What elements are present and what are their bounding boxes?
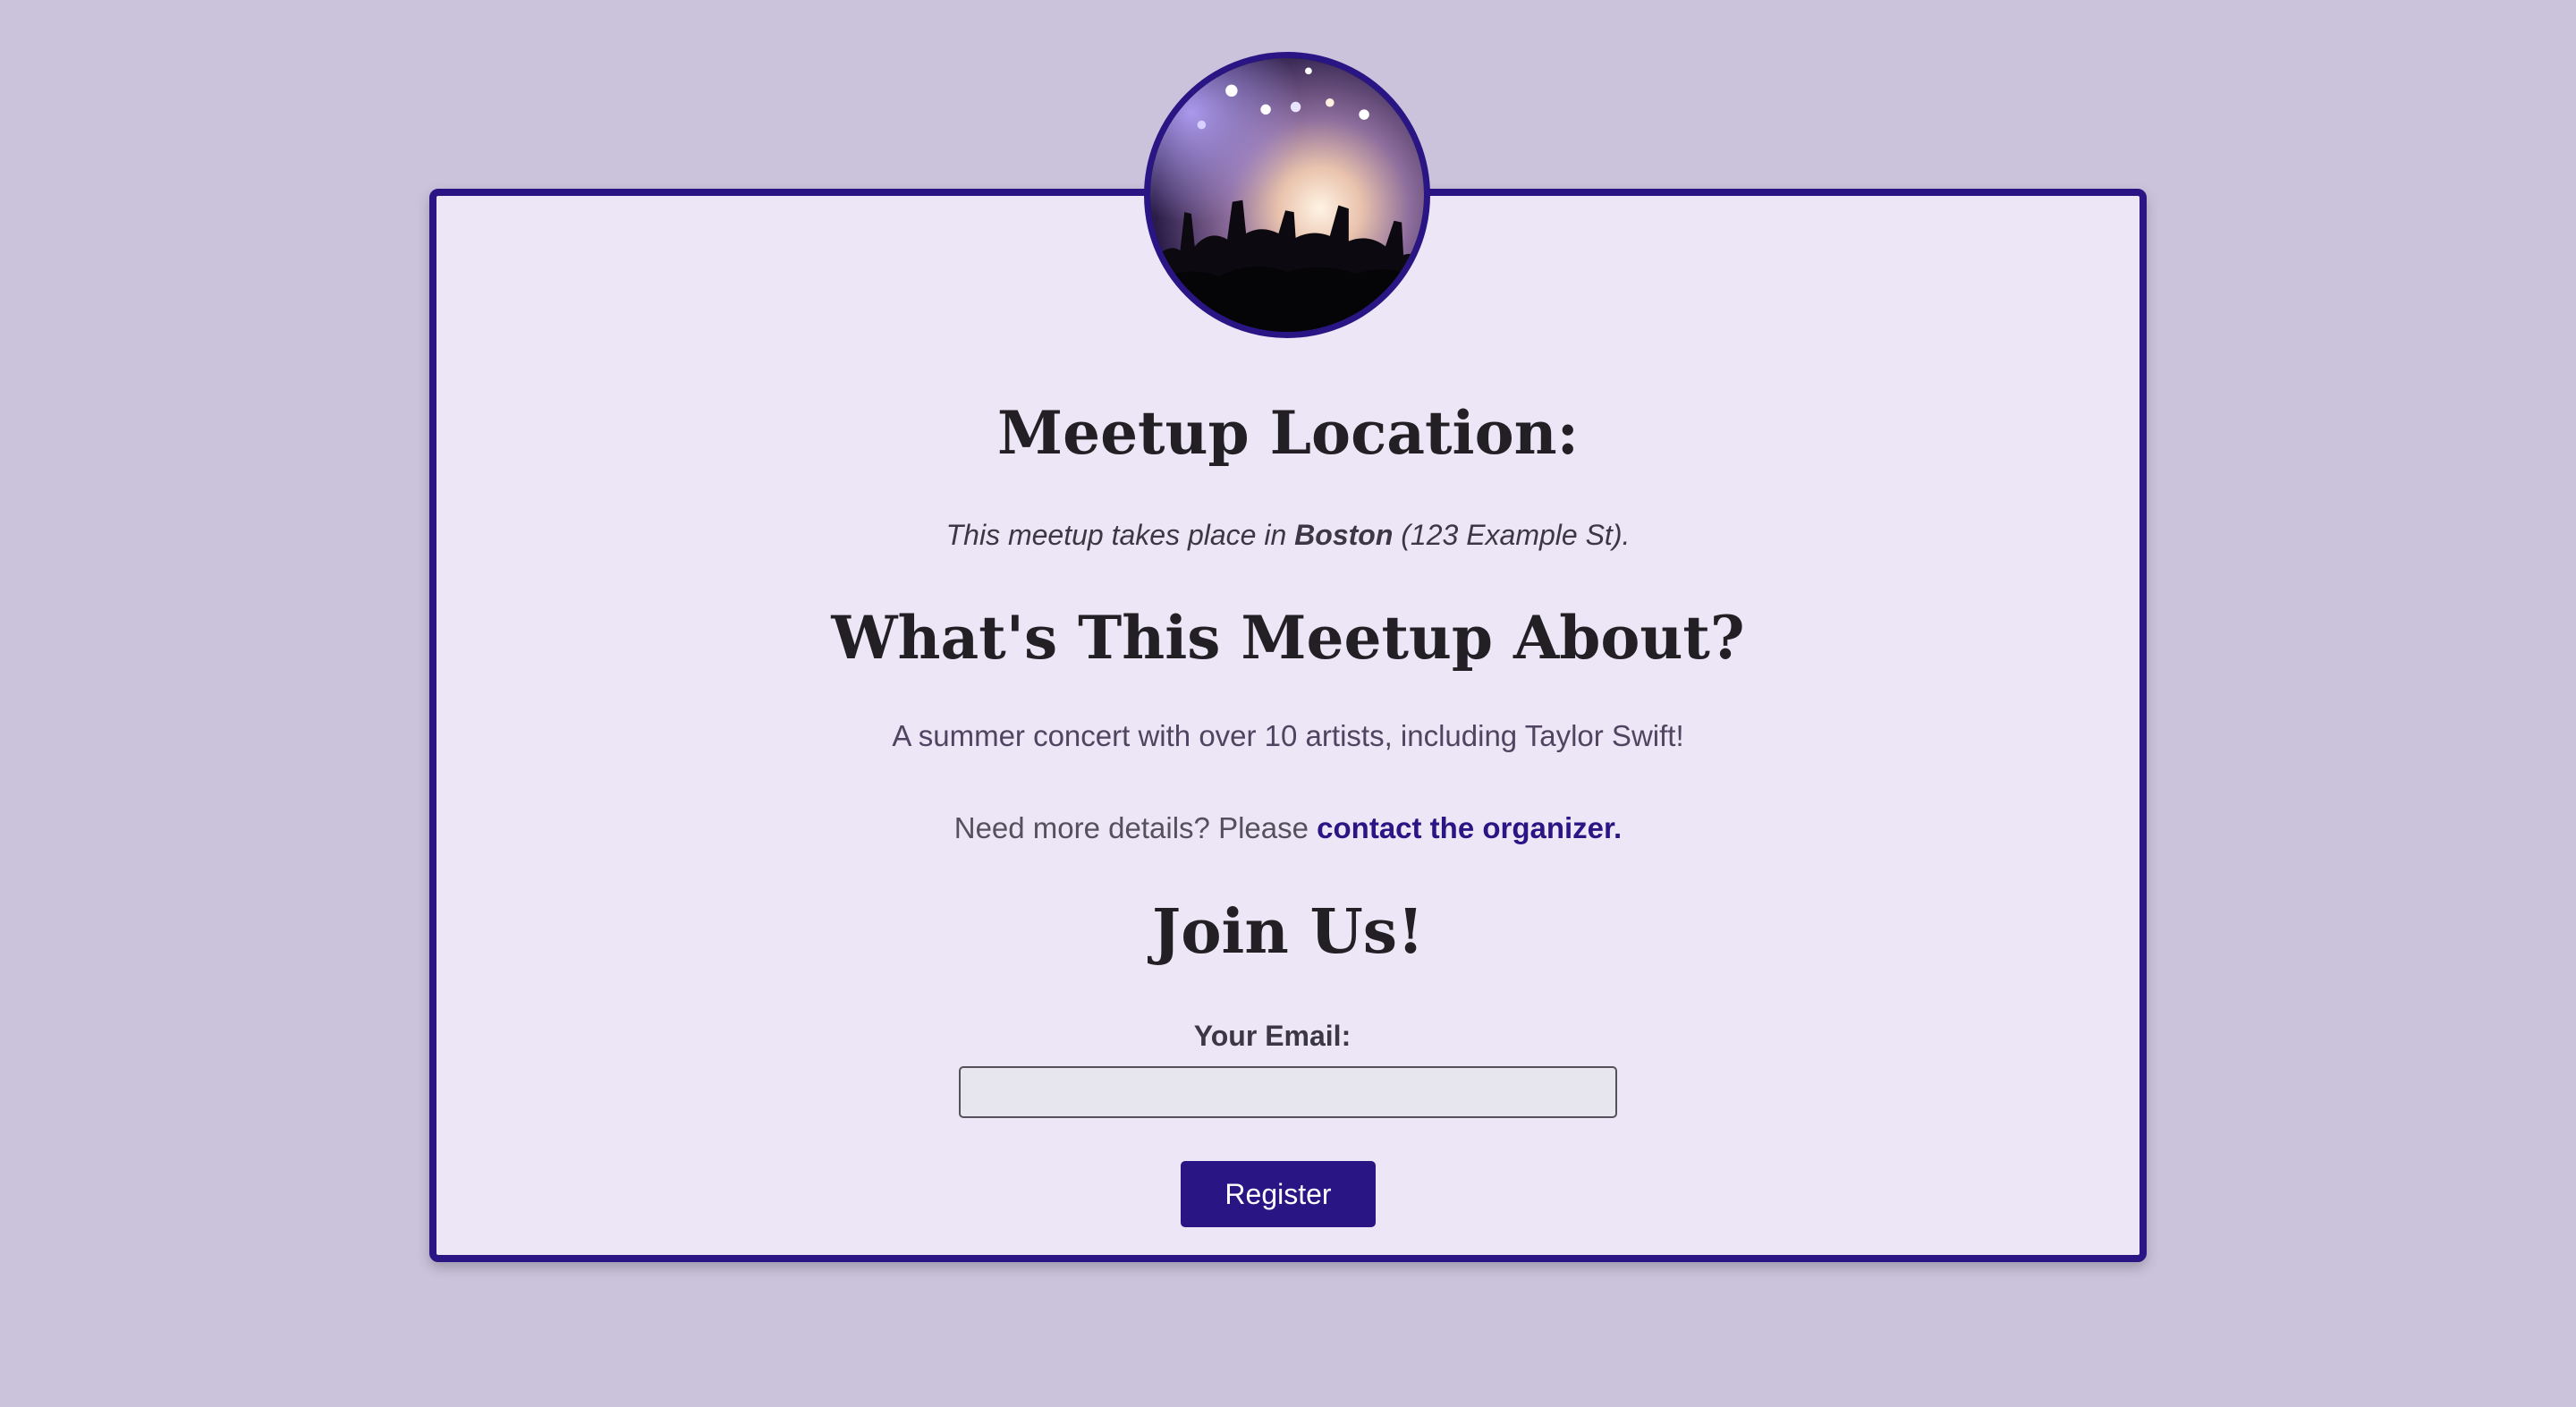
contact-organizer-link[interactable]: contact the organizer. xyxy=(1317,811,1622,844)
join-heading: Join Us! xyxy=(1152,896,1424,968)
about-heading: What's This Meetup About? xyxy=(831,603,1745,673)
concert-crowd-illustration xyxy=(1150,58,1424,332)
location-text: This meetup takes place in Boston (123 E… xyxy=(0,519,2576,552)
location-city: Boston xyxy=(1294,519,1394,551)
location-text-prefix: This meetup takes place in xyxy=(945,519,1295,551)
location-address: (123 Example St). xyxy=(1393,519,1631,551)
concert-avatar-image xyxy=(1144,52,1430,338)
details-text: Need more details? Please contact the or… xyxy=(0,811,2576,845)
email-input[interactable] xyxy=(959,1066,1617,1118)
email-label: Your Email: xyxy=(1193,1020,1352,1052)
about-description: A summer concert with over 10 artists, i… xyxy=(892,719,1684,752)
details-prefix: Need more details? Please xyxy=(953,811,1318,844)
register-button[interactable]: Register xyxy=(1181,1161,1376,1227)
location-heading: Meetup Location: xyxy=(997,398,1579,468)
